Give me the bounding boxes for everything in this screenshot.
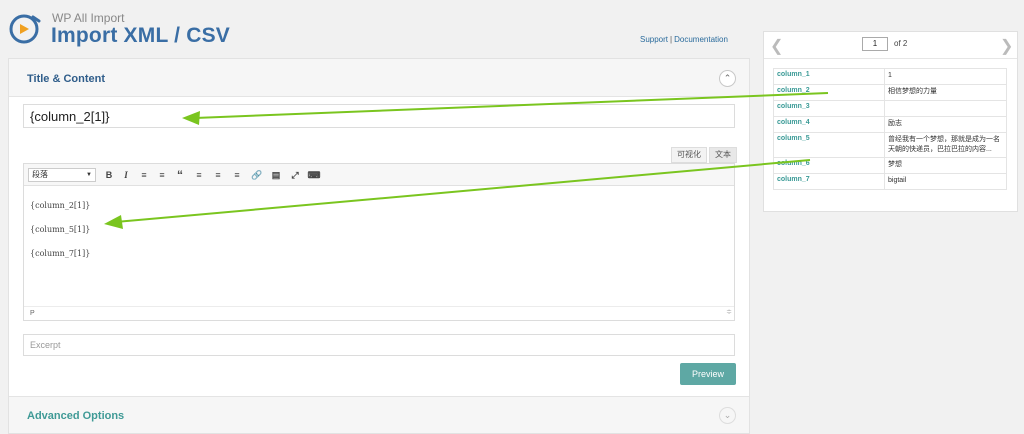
column-value: 励志 [884,116,1007,133]
chevron-left-icon[interactable]: ❮ [770,36,783,56]
column-key[interactable]: column_3 [773,100,885,117]
record-total: of 2 [894,39,908,48]
editor-line: {column_5[1]} [30,225,91,234]
tab-text[interactable]: 文本 [709,147,737,163]
editor-line: {column_2[1]} [30,201,91,210]
section-title: Title & Content [27,73,106,85]
collapse-up-icon[interactable]: ⌃ [719,70,736,87]
column-key[interactable]: column_6 [773,157,885,174]
wp-all-import-logo-icon [9,14,41,44]
fullscreen-icon[interactable]: ⤢ [288,168,302,182]
format-select-value: 段落 [32,170,48,179]
advanced-options-header[interactable]: Advanced Options ⌄ [9,396,749,433]
link-icon[interactable]: 🔗 [250,168,264,182]
align-center-icon[interactable]: ≡ [211,168,225,182]
column-key[interactable]: column_1 [773,68,885,85]
table-row: column_5 曾经我有一个梦想，那就是成为一名天朝的快递员，巴拉巴拉的内容..… [773,132,1007,158]
resize-handle-icon[interactable]: ≑ [726,306,732,319]
editor-status-bar: P ≑ [24,306,734,320]
tab-visual[interactable]: 可视化 [671,147,707,163]
bold-icon[interactable]: B [102,168,116,182]
title-content-panel: Title & Content ⌃ 可视化 文本 段落 ▼ B I ≡ ≡ “ ≡… [8,58,750,434]
column-value: 梦想 [884,157,1007,174]
dropdown-arrow-icon: ▼ [86,172,92,178]
advanced-options-title: Advanced Options [27,410,125,422]
header-links: Support | Documentation [640,35,728,44]
format-select[interactable]: 段落 ▼ [28,168,96,182]
column-value: 曾经我有一个梦想，那就是成为一名天朝的快递员，巴拉巴拉的内容... [884,132,1007,158]
title-content-header[interactable]: Title & Content ⌃ [9,59,749,97]
column-key[interactable]: column_4 [773,116,885,133]
content-editor[interactable]: 段落 ▼ B I ≡ ≡ “ ≡ ≡ ≡ 🔗 ▤ ⤢ ⌨ {column_2[1]… [23,163,735,321]
blockquote-icon[interactable]: “ [173,168,187,182]
table-row: column_6 梦想 [773,157,1007,174]
record-number-input[interactable]: 1 [862,37,888,51]
data-table: column_1 1 column_2 相信梦想的力量 column_3 colum… [773,68,1007,190]
record-navigation: ❮ 1 of 2 ❯ [764,32,1017,59]
toolbar-toggle-icon[interactable]: ⌨ [307,168,321,182]
column-key[interactable]: column_5 [773,132,885,158]
editor-line: {column_7[1]} [30,249,91,258]
column-value: bigtail [884,173,1007,190]
page-title: Import XML / CSV [51,24,230,47]
data-preview-panel: ❮ 1 of 2 ❯ column_1 1 column_2 相信梦想的力量 col… [763,31,1018,212]
read-more-icon[interactable]: ▤ [269,168,283,182]
app-name: WP All Import [52,11,125,25]
expand-down-icon[interactable]: ⌄ [719,407,736,424]
table-row: column_1 1 [773,68,1007,85]
table-row: column_3 [773,100,1007,117]
numbered-list-icon[interactable]: ≡ [155,168,169,182]
column-key[interactable]: column_7 [773,173,885,190]
table-row: column_7 bigtail [773,173,1007,190]
column-value: 相信梦想的力量 [884,84,1007,101]
editor-toolbar: 段落 ▼ B I ≡ ≡ “ ≡ ≡ ≡ 🔗 ▤ ⤢ ⌨ [24,164,734,186]
table-row: column_2 相信梦想的力量 [773,84,1007,101]
bullet-list-icon[interactable]: ≡ [137,168,151,182]
italic-icon[interactable]: I [119,168,133,182]
post-title-input[interactable] [23,104,735,128]
support-link[interactable]: Support [640,35,668,44]
path-indicator: P [30,310,35,317]
documentation-link[interactable]: Documentation [674,35,728,44]
column-value: 1 [884,68,1007,85]
column-value [884,100,1007,117]
column-key[interactable]: column_2 [773,84,885,101]
preview-button[interactable]: Preview [680,363,736,385]
chevron-right-icon[interactable]: ❯ [1000,36,1013,56]
table-row: column_4 励志 [773,116,1007,133]
editor-body[interactable]: {column_2[1]} {column_5[1]} {column_7[1]… [30,194,90,266]
excerpt-input[interactable] [23,334,735,356]
align-left-icon[interactable]: ≡ [192,168,206,182]
align-right-icon[interactable]: ≡ [230,168,244,182]
